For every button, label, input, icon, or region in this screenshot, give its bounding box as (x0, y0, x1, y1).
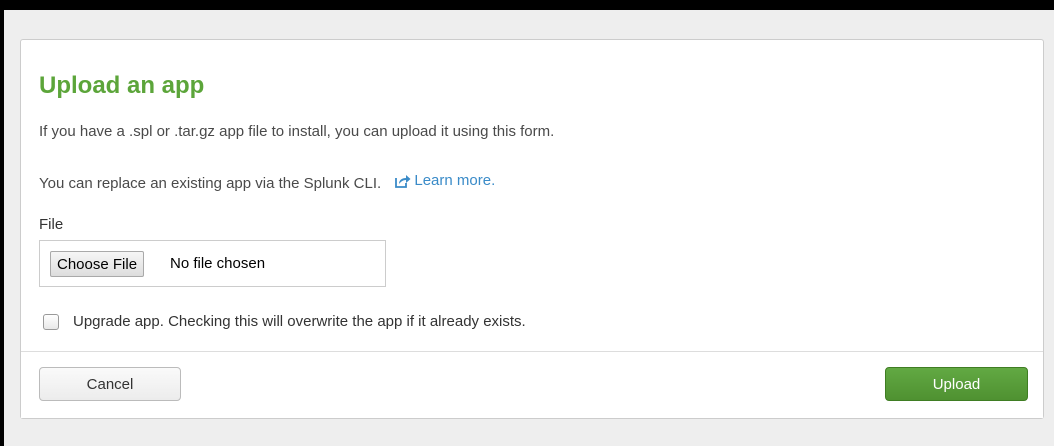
dialog-footer: Cancel Upload (21, 352, 1043, 418)
file-input[interactable]: Choose File No file chosen (39, 240, 386, 287)
upgrade-app-option[interactable]: Upgrade app. Checking this will overwrit… (43, 312, 526, 332)
upload-description: If you have a .spl or .tar.gz app file t… (39, 123, 555, 140)
learn-more-label: Learn more. (414, 172, 496, 189)
choose-file-button[interactable]: Choose File (50, 251, 145, 277)
dialog-body: Upload an app If you have a .spl or .tar… (21, 40, 1043, 351)
cli-replace-text: You can replace an existing app via the … (39, 175, 382, 192)
cancel-button[interactable]: Cancel (39, 367, 181, 401)
dialog-title: Upload an app (39, 72, 205, 99)
upload-button[interactable]: Upload (885, 367, 1028, 401)
upgrade-app-checkbox[interactable] (43, 314, 59, 330)
cli-replace-note: You can replace an existing app via the … (39, 171, 495, 194)
learn-more-link[interactable]: Learn more. (395, 171, 495, 191)
upload-app-dialog: Upload an app If you have a .spl or .tar… (20, 39, 1044, 419)
external-link-icon (395, 175, 411, 188)
upgrade-app-label[interactable]: Upgrade app. Checking this will overwrit… (73, 312, 526, 332)
file-field-label: File (39, 216, 64, 233)
file-status-text: No file chosen (170, 255, 266, 272)
